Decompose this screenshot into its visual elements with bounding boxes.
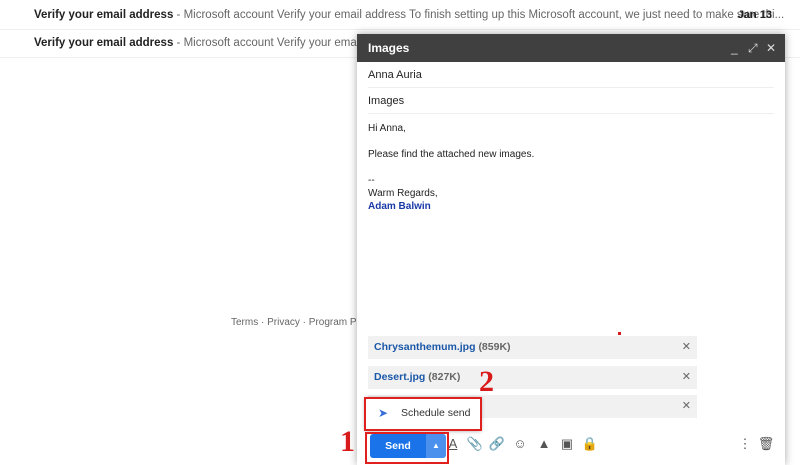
to-field[interactable]: Anna Auria	[368, 62, 774, 88]
more-options-icon[interactable]: ⋮	[736, 436, 754, 452]
photo-icon[interactable]: ▣	[558, 436, 576, 452]
closing: Warm Regards,	[368, 188, 438, 199]
email-row[interactable]: Verify your email address - Microsoft ac…	[0, 0, 800, 30]
signature-separator: --	[368, 175, 375, 186]
link-icon[interactable]: 🔗	[488, 436, 506, 452]
attachment[interactable]: Chrysanthemum.jpg (859K) ✕	[368, 336, 697, 359]
compose-header: Images _ ⤢ ✕	[357, 34, 785, 62]
message-text: Please find the attached new images.	[368, 149, 535, 160]
annotation-step-1: 1	[340, 425, 355, 458]
message-body[interactable]: Hi Anna, Please find the attached new im…	[357, 114, 785, 221]
footer-links[interactable]: Terms · Privacy · Program Polic	[231, 317, 372, 328]
annotation-step-2: 2	[479, 365, 494, 398]
remove-attachment-icon[interactable]: ✕	[682, 336, 691, 359]
email-date: Jan 13	[737, 9, 772, 21]
email-subject: Verify your email address - Microsoft ac…	[34, 9, 785, 21]
trash-icon[interactable]: 🗑	[757, 436, 775, 452]
compose-title: Images	[368, 41, 410, 55]
subject-field[interactable]: Images	[368, 88, 774, 114]
expand-icon[interactable]: ⤢	[748, 34, 758, 62]
attachment-name: Chrysanthemum.jpg	[374, 341, 476, 353]
attachment[interactable]: Desert.jpg (827K) ✕	[368, 366, 697, 389]
signature: Adam Balwin	[368, 201, 431, 212]
minimize-icon[interactable]: _	[731, 34, 738, 62]
attachment-name: Desert.jpg	[374, 371, 426, 383]
attachment-size: (859K)	[478, 341, 511, 353]
annotation-box-schedule	[364, 397, 482, 431]
drive-icon[interactable]: ▲	[535, 436, 553, 451]
confidential-mode-icon[interactable]: 🔒	[581, 436, 599, 452]
close-icon[interactable]: ✕	[766, 34, 776, 62]
attachment-size: (827K)	[428, 371, 461, 383]
emoji-icon[interactable]: ☺	[511, 436, 529, 451]
remove-attachment-icon[interactable]: ✕	[682, 366, 691, 389]
annotation-box-send	[365, 432, 449, 464]
email-subject: Verify your email address - Microsoft ac…	[34, 37, 407, 49]
greeting: Hi Anna,	[368, 123, 406, 134]
remove-attachment-icon[interactable]: ✕	[682, 395, 691, 418]
red-dot	[618, 332, 621, 335]
attach-file-icon[interactable]: 📎	[466, 436, 484, 452]
